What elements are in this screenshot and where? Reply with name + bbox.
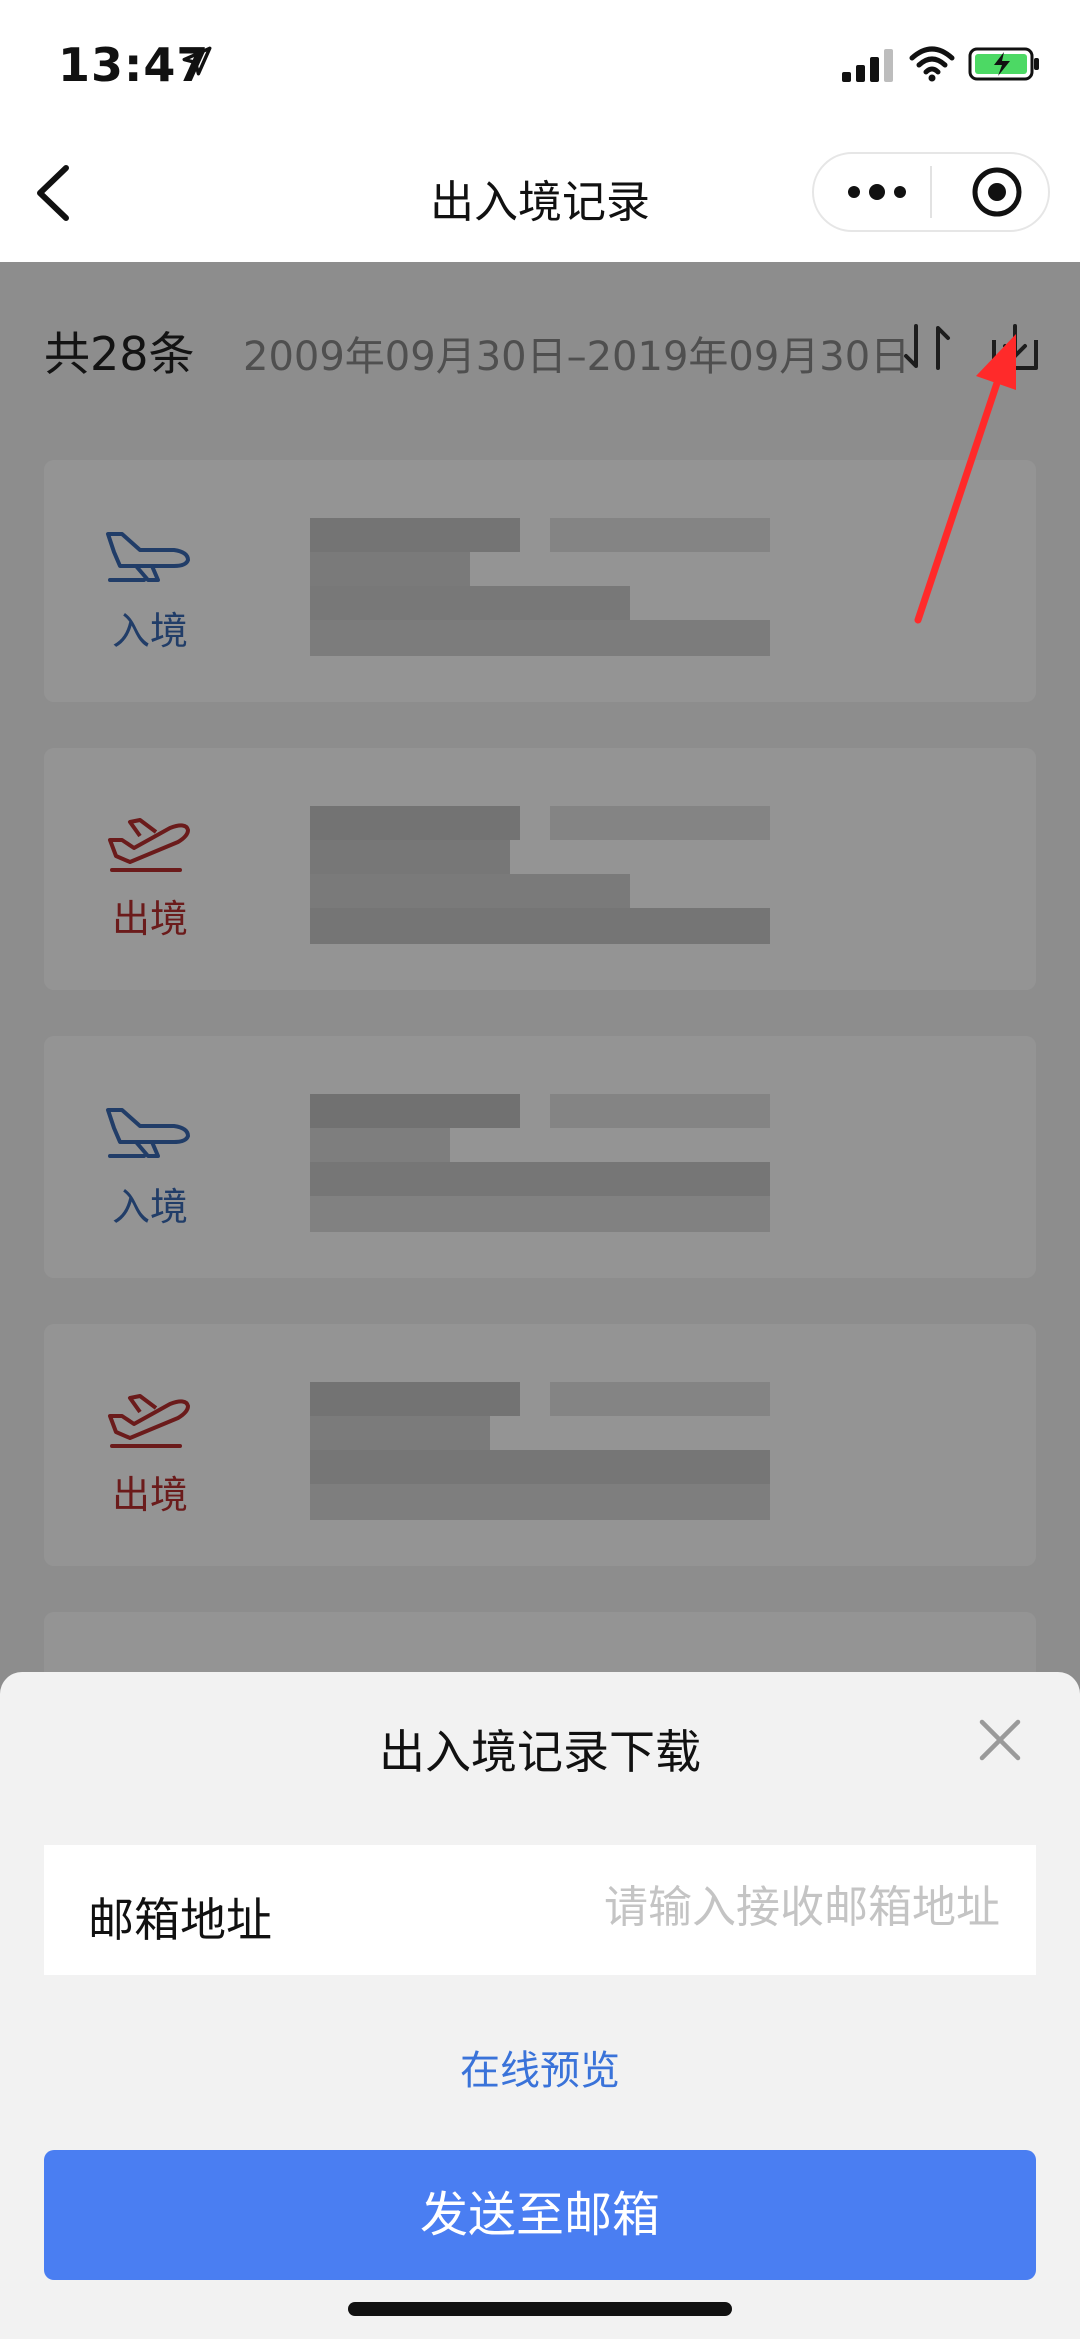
close-miniprogram-icon[interactable] [968,160,1026,224]
cellular-signal-icon [842,49,893,82]
sheet-title: 出入境记录下载 [379,1725,701,1779]
battery-charging-icon [968,47,1039,81]
red-arrow-annotation [914,334,1016,624]
online-preview-link[interactable]: 在线预览 [0,2038,1080,2096]
location-arrow-icon [182,46,212,76]
email-label: 邮箱地址 [88,1893,272,1947]
wifi-icon [909,46,955,82]
email-input[interactable] [460,1872,1000,1942]
capsule-divider [930,166,932,218]
close-icon[interactable] [972,1712,1028,1768]
more-options-icon[interactable] [842,165,912,219]
home-indicator [348,2302,732,2316]
send-to-email-button[interactable]: 发送至邮箱 [44,2150,1036,2280]
